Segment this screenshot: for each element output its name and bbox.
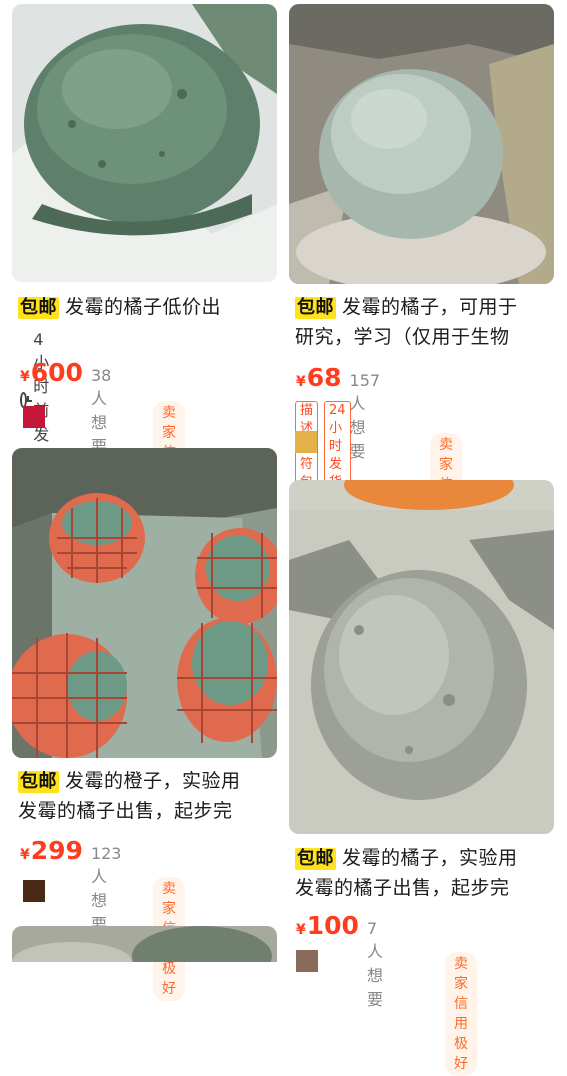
free-shipping-tag: 包邮	[295, 848, 336, 870]
seller-avatar[interactable]	[23, 880, 45, 902]
product-photo[interactable]	[12, 926, 277, 962]
wants-count: 38人想要	[90, 366, 112, 456]
wants-count: 157人想要	[349, 371, 381, 461]
seller-avatar[interactable]	[23, 406, 45, 428]
product-photo[interactable]	[12, 448, 277, 758]
price: 68	[306, 363, 342, 392]
product-title[interactable]: 包邮 发霉的橘子低价出	[18, 292, 278, 322]
moldy-oranges-in-box-image	[12, 448, 277, 758]
moldy-orange-image	[12, 926, 277, 962]
price: 299	[30, 836, 83, 865]
moldy-orange-image	[12, 4, 277, 282]
price: 600	[30, 358, 83, 387]
wants-count: 123人想要	[90, 844, 122, 934]
free-shipping-tag: 包邮	[295, 297, 336, 319]
moldy-orange-image	[289, 4, 554, 284]
free-shipping-tag: 包邮	[18, 771, 59, 793]
moldy-orange-image	[289, 480, 554, 834]
wants-count: 7人想要	[366, 919, 383, 1009]
seller-avatar[interactable]	[296, 950, 318, 972]
product-photo[interactable]	[289, 480, 554, 834]
free-shipping-tag: 包邮	[18, 297, 59, 319]
seller-avatar[interactable]	[295, 431, 317, 453]
product-photo[interactable]	[289, 4, 554, 284]
product-title[interactable]: 包邮 发霉的橘子，实验用 发霉的橘子出售，起步完	[295, 843, 557, 903]
product-title[interactable]: 包邮 发霉的橙子，实验用 发霉的橘子出售，起步完	[18, 766, 278, 826]
seller-credit-badge: 卖家信用极好	[445, 952, 477, 1076]
price: 100	[306, 911, 359, 940]
product-title[interactable]: 包邮 发霉的橘子，可用于 研究，学习（仅用于生物	[295, 292, 557, 352]
product-photo[interactable]	[12, 4, 277, 282]
